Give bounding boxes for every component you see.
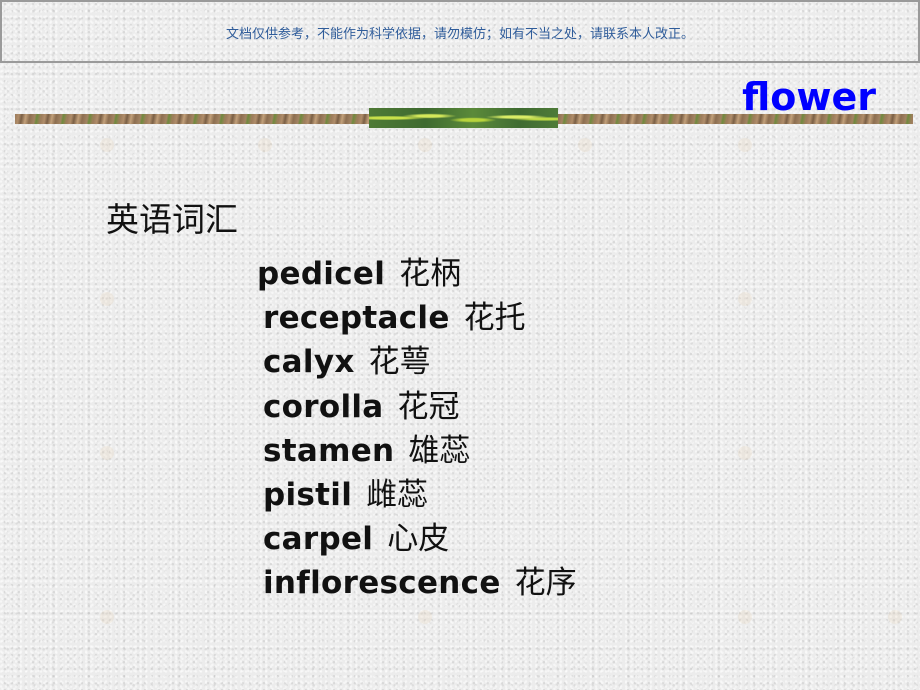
vocabulary-item: corolla 花冠 — [257, 385, 577, 429]
background-watermark-mark — [100, 292, 114, 306]
background-watermark-mark — [258, 138, 272, 152]
vocabulary-item: pedicel 花柄 — [257, 252, 577, 296]
vocabulary-item: pistil 雌蕊 — [257, 473, 577, 517]
vocabulary-item: stamen 雄蕊 — [257, 429, 577, 473]
background-watermark-mark — [418, 138, 432, 152]
vocabulary-chinese: 雌蕊 — [366, 476, 429, 513]
vocabulary-chinese: 花序 — [514, 565, 577, 602]
background-watermark-mark — [738, 138, 752, 152]
vocabulary-list: pedicel 花柄 receptacle 花托 calyx 花萼 corolla 花冠… — [257, 252, 577, 606]
vocabulary-english: inflorescence — [263, 565, 501, 602]
leaf-photo-banner — [369, 108, 558, 128]
vocabulary-item: receptacle 花托 — [257, 296, 577, 340]
vocabulary-chinese: 花冠 — [397, 388, 460, 425]
background-watermark-mark — [738, 292, 752, 306]
background-watermark-mark — [100, 446, 114, 460]
slide-title: flower — [742, 75, 876, 119]
section-heading: 英语词汇 — [106, 200, 238, 239]
vocabulary-english: pistil — [263, 476, 353, 513]
vocabulary-chinese: 花柄 — [399, 256, 462, 292]
vocabulary-chinese: 雄蕊 — [408, 432, 471, 469]
background-watermark-mark — [738, 446, 752, 460]
background-watermark-mark — [578, 138, 592, 152]
background-watermark-mark — [888, 610, 902, 624]
vocabulary-item: carpel 心皮 — [257, 517, 577, 561]
background-watermark-mark — [100, 138, 114, 152]
vocabulary-english: calyx — [263, 344, 355, 381]
vocabulary-chinese: 心皮 — [387, 521, 450, 558]
background-watermark-mark — [100, 610, 114, 624]
vocabulary-english: pedicel — [257, 256, 386, 292]
vocabulary-chinese: 花托 — [463, 300, 526, 337]
vocabulary-item: inflorescence 花序 — [257, 561, 577, 605]
background-watermark-mark — [418, 610, 432, 624]
vocabulary-english: receptacle — [263, 300, 450, 337]
disclaimer-header: 文档仅供参考，不能作为科学依据，请勿模仿；如有不当之处，请联系本人改正。 — [0, 0, 920, 63]
vocabulary-item: calyx 花萼 — [257, 340, 577, 384]
vocabulary-english: carpel — [263, 521, 374, 558]
vocabulary-english: corolla — [263, 388, 384, 425]
disclaimer-text: 文档仅供参考，不能作为科学依据，请勿模仿；如有不当之处，请联系本人改正。 — [225, 26, 694, 42]
vocabulary-english: stamen — [263, 432, 395, 469]
vocabulary-chinese: 花萼 — [368, 344, 431, 381]
background-watermark-mark — [738, 610, 752, 624]
